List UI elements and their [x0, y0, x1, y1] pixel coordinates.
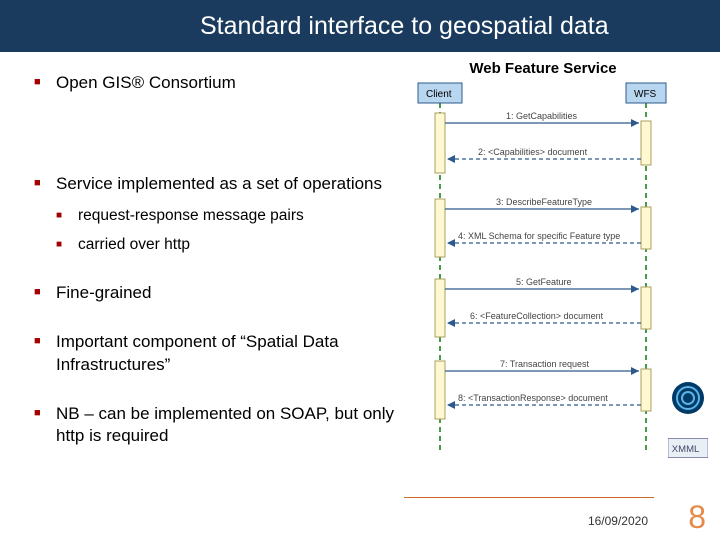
bullet-text: carried over http	[78, 236, 190, 253]
bullet-text: Fine-grained	[56, 283, 151, 302]
seq-msg: 6: <FeatureCollection> document	[470, 311, 604, 321]
xmml-logo: XMML	[668, 428, 708, 468]
seq-msg: 4: XML Schema for specific Feature type	[458, 231, 620, 241]
sequence-diagram: Web Feature Service Client WFS 1: GetCap…	[408, 60, 678, 461]
bullet-item: Fine-grained	[34, 282, 404, 305]
sequence-svg: Client WFS 1: GetCapabilities 2: <Capabi…	[408, 81, 678, 461]
sub-bullet-item: carried over http	[56, 235, 404, 256]
svg-text:XMML: XMML	[672, 444, 700, 455]
content-body: Open GIS® Consortium Service implemented…	[34, 72, 404, 474]
sub-bullet-item: request-response message pairs	[56, 206, 404, 227]
lifeline-wfs-label: WFS	[634, 89, 657, 100]
footer-rule	[404, 497, 654, 499]
bullet-text: Open GIS® Consortium	[56, 73, 236, 92]
seq-msg: 8: <TransactionResponse> document	[458, 393, 608, 403]
bullet-item: NB – can be implemented on SOAP, but onl…	[34, 403, 404, 449]
title-bar: Standard interface to geospatial data	[0, 0, 720, 52]
bullet-text: Important component of “Spatial Data Inf…	[56, 332, 339, 374]
seq-msg: 1: GetCapabilities	[506, 111, 578, 121]
bullet-text: request-response message pairs	[78, 207, 304, 224]
lifeline-client-label: Client	[426, 89, 452, 100]
csiro-logo	[668, 378, 708, 418]
seq-msg: 2: <Capabilities> document	[478, 147, 588, 157]
seq-msg: 5: GetFeature	[516, 277, 572, 287]
bullet-item: Service implemented as a set of operatio…	[34, 173, 404, 256]
seq-msg: 7: Transaction request	[500, 359, 590, 369]
bullet-text: NB – can be implemented on SOAP, but onl…	[56, 404, 394, 446]
footer-date: 16/09/2020	[588, 514, 648, 528]
slide-title: Standard interface to geospatial data	[200, 12, 609, 41]
page-number: 8	[688, 499, 706, 536]
bullet-text: Service implemented as a set of operatio…	[56, 174, 382, 193]
seq-msg: 3: DescribeFeatureType	[496, 197, 592, 207]
bullet-item: Open GIS® Consortium	[34, 72, 404, 95]
slide: Standard interface to geospatial data Op…	[0, 0, 720, 540]
logo-stack: XMML	[668, 378, 712, 478]
bullet-item: Important component of “Spatial Data Inf…	[34, 331, 404, 377]
diagram-title: Web Feature Service	[408, 60, 678, 77]
